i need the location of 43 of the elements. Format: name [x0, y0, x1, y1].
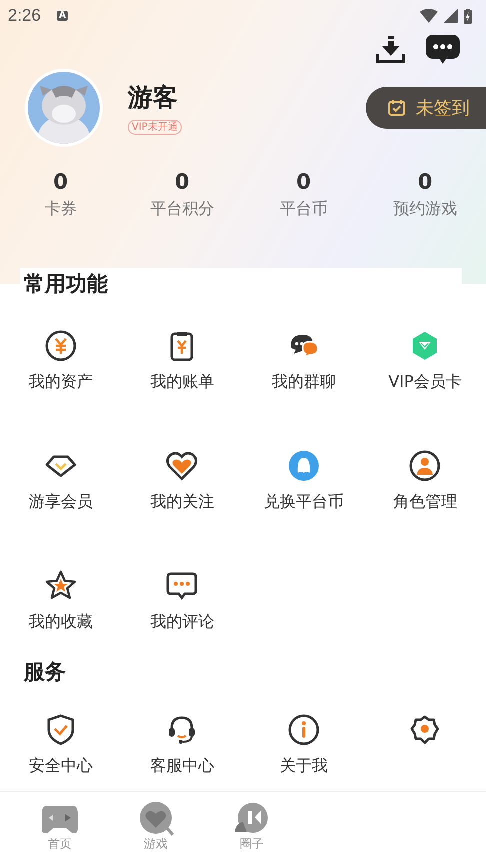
vip-status-tag: VIP未开通: [128, 120, 182, 135]
play-bubble-icon: [233, 802, 271, 836]
feature-item[interactable]: VIP会员卡: [364, 304, 486, 424]
stat-value: 0: [418, 170, 433, 194]
section-title: 常用功能: [23, 271, 109, 298]
feature-item[interactable]: 我的群聊: [243, 304, 364, 424]
feature-item[interactable]: 我的评论: [122, 544, 243, 664]
feature-item[interactable]: 角色管理: [364, 424, 486, 544]
stat-value: 0: [296, 170, 312, 194]
heart-bubble-icon: [137, 802, 175, 836]
feature-item[interactable]: 游享会员: [0, 424, 122, 544]
person-circle-icon: [409, 450, 442, 482]
comment-icon: [166, 570, 198, 602]
stat-value: 0: [53, 170, 68, 194]
ghost-badge-icon: [288, 450, 320, 482]
stat-label[interactable]: 卡券: [44, 199, 77, 220]
feature-item[interactable]: 我的账单: [122, 304, 243, 424]
wifi-icon: [420, 9, 438, 23]
feature-item[interactable]: 兑换平台币: [243, 424, 364, 544]
stat-label[interactable]: 平台币: [280, 199, 328, 220]
stat-label[interactable]: 预约游戏: [393, 199, 458, 220]
service-label[interactable]: 安全中心: [28, 756, 93, 777]
user-name: 游客: [128, 82, 178, 114]
download-icon[interactable]: [376, 36, 406, 64]
service-label[interactable]: 客服中心: [150, 756, 214, 777]
battery-icon: [464, 8, 472, 24]
info-icon[interactable]: [288, 714, 320, 746]
stat-value: 0: [174, 170, 190, 194]
gear-icon[interactable]: [409, 714, 442, 746]
status-time: 2:26: [8, 6, 42, 26]
feature-item[interactable]: 我的资产: [0, 304, 122, 424]
heart-icon: [166, 450, 198, 482]
signal-icon: [444, 9, 458, 23]
notification-badge: A: [57, 11, 68, 21]
service-label[interactable]: 关于我: [280, 756, 328, 777]
feature-item[interactable]: 我的关注: [122, 424, 243, 544]
star-icon: [44, 570, 77, 602]
yen-coin-icon: [44, 330, 77, 362]
section-title: 服务: [22, 659, 67, 686]
checkin-button[interactable]: 未签到: [366, 87, 486, 129]
stat-label[interactable]: 平台积分: [150, 199, 214, 220]
calendar-check-icon: [388, 99, 406, 117]
message-icon[interactable]: [426, 35, 460, 65]
